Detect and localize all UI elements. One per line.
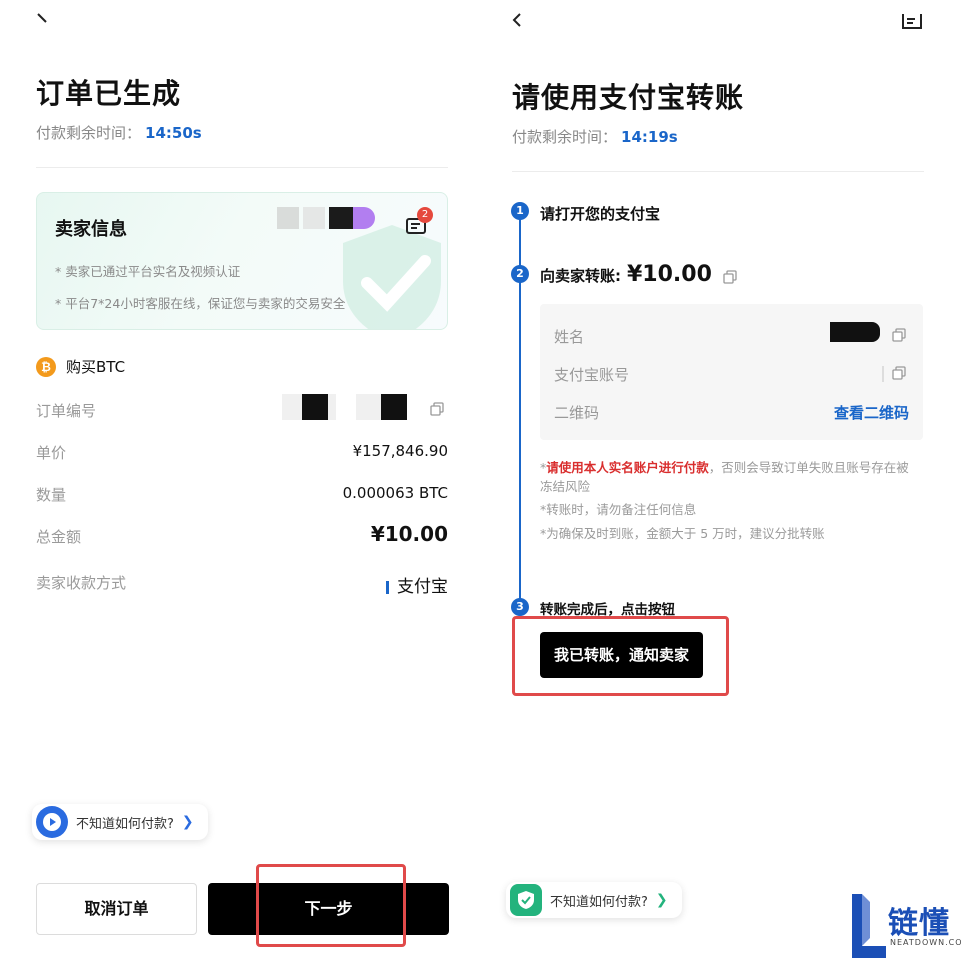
cancel-order-button[interactable]: 取消订单 — [36, 883, 197, 935]
step-2-label: 向卖家转账: — [540, 267, 621, 285]
payment-method-row: 卖家收款方式 支付宝 — [36, 570, 448, 597]
seller-info-card: 卖家信息 2 * 卖家已通过平台实名及视频认证 * 平台7*24小时客服在线，保… — [36, 192, 448, 330]
buy-asset-label: 购买BTC — [66, 358, 126, 376]
buy-asset-row: ₿ 购买BTC — [36, 356, 125, 377]
copy-icon[interactable] — [430, 402, 444, 416]
countdown-value: 14:19s — [621, 128, 678, 146]
chevron-right-icon: ❯ — [655, 892, 668, 908]
warning-no-remark: *转账时，请勿备注任何信息 — [540, 502, 697, 517]
copy-icon[interactable] — [892, 328, 906, 342]
payment-help-button[interactable]: 不知道如何付款? ❯ — [506, 882, 682, 918]
total-amount-row: 总金额 ¥10.00 — [36, 522, 448, 548]
logo-subtitle: NEATDOWN.COM — [890, 938, 961, 947]
unit-price-row: 单价 ¥157,846.90 — [36, 440, 448, 464]
step-1-text: 请打开您的支付宝 — [540, 205, 661, 223]
back-chevron-icon[interactable] — [510, 12, 528, 30]
seller-account-details: 姓名 支付宝账号 二维码 查看二维码 — [540, 304, 923, 440]
back-arrow-icon[interactable] — [36, 12, 54, 30]
total-amount-label: 总金额 — [36, 528, 82, 546]
step-3-text: 转账完成后，点击按钮 — [540, 602, 675, 618]
seller-note-support: * 平台7*24小时客服在线，保证您与卖家的交易安全 — [55, 296, 346, 311]
order-number-row: 订单编号 — [36, 394, 448, 422]
payment-method-name: 支付宝 — [397, 577, 448, 597]
seller-info-title: 卖家信息 — [55, 219, 127, 240]
chevron-right-icon: ❯ — [181, 814, 194, 830]
detail-qrcode-label: 二维码 — [554, 404, 600, 422]
highlight-frame — [512, 616, 729, 696]
transfer-amount: ¥10.00 — [627, 262, 712, 287]
detail-account-label: 支付宝账号 — [554, 366, 630, 384]
seller-name-masked — [830, 322, 880, 342]
step-2-text: 向卖家转账: ¥10.00 — [540, 262, 737, 287]
page-title: 订单已生成 — [36, 77, 182, 110]
redaction-block — [381, 394, 407, 420]
step-2-marker: 2 — [511, 265, 529, 283]
order-menu-icon[interactable] — [901, 12, 923, 30]
payment-help-text: 不知道如何付款? — [550, 894, 648, 910]
unread-badge: 2 — [417, 207, 433, 223]
detail-name-label: 姓名 — [554, 328, 585, 346]
payment-help-text: 不知道如何付款? — [76, 816, 174, 832]
play-icon — [36, 806, 68, 838]
order-number-label: 订单编号 — [36, 402, 97, 420]
countdown-label: 付款剩余时间： — [512, 128, 618, 146]
payment-method-label: 卖家收款方式 — [36, 574, 127, 592]
total-amount-value: ¥10.00 — [370, 522, 448, 546]
logo-l-icon — [852, 894, 886, 958]
page-title: 请使用支付宝转账 — [512, 81, 745, 114]
unit-price-value: ¥157,846.90 — [352, 442, 448, 460]
alipay-transfer-screen: 请使用支付宝转账 付款剩余时间： 14:19s 1 请打开您的支付宝 2 向卖家转… — [480, 0, 961, 963]
countdown-label: 付款剩余时间： — [36, 124, 142, 142]
shield-check-icon — [510, 884, 542, 916]
unit-price-label: 单价 — [36, 444, 67, 462]
quantity-label: 数量 — [36, 486, 67, 504]
bitcoin-icon: ₿ — [36, 356, 56, 377]
quantity-value: 0.000063 BTC — [342, 484, 448, 502]
view-qrcode-link[interactable]: 查看二维码 — [834, 402, 909, 423]
divider — [512, 171, 924, 172]
site-watermark-logo: 链懂 NEATDOWN.COM — [848, 892, 961, 958]
divider — [36, 167, 448, 168]
redaction-block — [302, 394, 328, 420]
seller-name-masked — [277, 205, 379, 229]
highlight-frame — [256, 864, 406, 947]
warning-real-name: *请使用本人实名账户进行付款，否则会导致订单失败且账号存在被冻结风险 — [540, 458, 920, 496]
copy-icon[interactable] — [892, 366, 906, 380]
payment-method-value: 支付宝 — [386, 572, 448, 597]
logo-text: 链懂 — [888, 906, 950, 941]
countdown-value: 14:50s — [145, 124, 202, 142]
payment-countdown: 付款剩余时间： 14:50s — [36, 122, 202, 143]
order-created-screen: 订单已生成 付款剩余时间： 14:50s 卖家信息 2 * 卖家已通过平台实名及视… — [0, 0, 480, 963]
step-3-marker: 3 — [511, 598, 529, 616]
copy-icon[interactable] — [723, 269, 737, 284]
step-1-marker: 1 — [511, 202, 529, 220]
shield-watermark-icon — [343, 225, 441, 329]
alipay-mark-icon — [386, 580, 389, 594]
payment-countdown: 付款剩余时间： 14:19s — [512, 126, 678, 147]
account-masked — [882, 366, 884, 382]
payment-help-button[interactable]: 不知道如何付款? ❯ — [32, 804, 208, 840]
warning-emphasis: 请使用本人实名账户进行付款 — [546, 460, 709, 475]
seller-note-verified: * 卖家已通过平台实名及视频认证 — [55, 264, 241, 279]
warning-split-transfer: *为确保及时到账，金额大于 5 万时，建议分批转账 — [540, 526, 825, 541]
quantity-row: 数量 0.000063 BTC — [36, 482, 448, 506]
